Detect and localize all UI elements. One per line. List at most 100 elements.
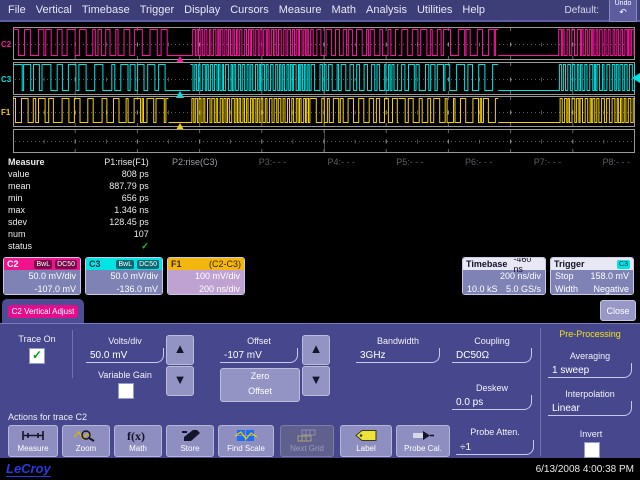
measure-col-p3: P3:- - -	[228, 156, 297, 168]
store-icon	[167, 428, 213, 443]
coupling-field[interactable]: DC50Ω	[452, 348, 532, 363]
channel-descriptor-c3[interactable]: C3 BwL DC50 50.0 mV/div -136.0 mV	[85, 257, 163, 295]
measure-row-label: value	[0, 168, 90, 180]
next-grid-action-button: Next Grid	[280, 425, 334, 457]
menu-file[interactable]: File	[8, 4, 26, 16]
channel-descriptor-c2[interactable]: C2 BwL DC50 50.0 mV/div -107.0 mV	[3, 257, 81, 295]
timebase-descriptor[interactable]: Timebase -460 ns 200 ns/div 10.0 kS 5.0 …	[462, 257, 546, 295]
empty-grid	[13, 129, 635, 153]
dc50-badge: DC50	[55, 260, 77, 269]
deskew-field[interactable]: 0.0 ps	[452, 395, 532, 410]
measure-col-p6: P6:- - -	[434, 156, 503, 168]
trace-on-label: Trace On	[8, 334, 66, 344]
bandwidth-field[interactable]: 3GHz	[356, 348, 440, 363]
menu-analysis[interactable]: Analysis	[366, 4, 407, 16]
invert-checkbox[interactable]	[584, 442, 600, 458]
trace-descriptor-f1[interactable]: F1 (C2-C3) 100 mV/div 200 ns/div	[167, 257, 245, 295]
waveform-strip-empty	[0, 129, 640, 153]
interpolation-field[interactable]: Linear	[548, 401, 632, 416]
volts-div-label: Volts/div	[86, 336, 164, 346]
invert-label: Invert	[552, 429, 630, 439]
measure-col-p5: P5:- - -	[365, 156, 434, 168]
measure-row-label: sdev	[0, 216, 90, 228]
lecroy-logo: LeCroy	[6, 461, 51, 477]
trace-on-checkbox[interactable]: ✓	[29, 348, 45, 364]
menu-math[interactable]: Math	[332, 4, 356, 16]
zero-offset-button[interactable]: Zero Offset	[220, 368, 300, 402]
menu-timebase[interactable]: Timebase	[82, 4, 130, 16]
offset-field[interactable]: -107 mV	[220, 348, 298, 363]
menu-trigger[interactable]: Trigger	[140, 4, 174, 16]
probe-icon	[397, 428, 449, 443]
menu-vertical[interactable]: Vertical	[36, 4, 72, 16]
status-bar: LeCroy 6/13/2008 4:00:38 PM	[0, 458, 640, 480]
offset-down-button[interactable]: ▼	[302, 366, 330, 396]
zoom-icon	[63, 428, 109, 443]
measure-action-button[interactable]: Measure	[8, 425, 58, 457]
find-scale-action-button[interactable]: Find Scale	[218, 425, 274, 457]
measure-max-p1: 1.346 ns	[90, 204, 159, 216]
menu-utilities[interactable]: Utilities	[417, 4, 452, 16]
trigger-slope: Negative	[593, 283, 629, 295]
measure-row-label: min	[0, 192, 90, 204]
waveform-strip-c3: C3	[0, 62, 640, 95]
timebase-rate: 5.0 GS/s	[506, 283, 541, 295]
check-icon: ✓	[32, 348, 42, 362]
bwl-badge: BwL	[34, 260, 52, 269]
trigger-type: Width	[555, 283, 578, 295]
channel-label-c3: C3	[1, 75, 11, 84]
c2-volts-per-div: 50.0 mV/div	[8, 270, 76, 283]
coupling-label: Coupling	[452, 336, 532, 346]
svg-text:f(x): f(x)	[127, 429, 145, 443]
measure-mean-p1: 887.79 ps	[90, 180, 159, 192]
close-button[interactable]: Close	[600, 300, 636, 321]
zoom-action-button[interactable]: Zoom	[62, 425, 110, 457]
bwl-badge: BwL	[116, 260, 134, 269]
measure-min-p1: 656 ps	[90, 192, 159, 204]
measure-col-p4: P4:- - -	[296, 156, 365, 168]
variable-gain-label: Variable Gain	[86, 370, 164, 380]
waveform-strip-f1: F1	[0, 96, 640, 127]
measure-row-label: mean	[0, 180, 90, 192]
measure-col-p8: P8:- - -	[571, 156, 640, 168]
measure-value-p1: 808 ps	[90, 168, 159, 180]
f1-volts-per-div: 100 mV/div	[172, 270, 240, 283]
measure-row-label: max	[0, 204, 90, 216]
tab-c2-vertical-adjust[interactable]: C2 Vertical Adjust	[2, 299, 84, 323]
measure-col-p7: P7:- - -	[503, 156, 572, 168]
undo-button[interactable]: Undo ↶	[609, 0, 637, 22]
averaging-label: Averaging	[548, 351, 632, 361]
menu-cursors[interactable]: Cursors	[230, 4, 269, 16]
menu-measure[interactable]: Measure	[279, 4, 322, 16]
label-action-button[interactable]: Label	[340, 425, 392, 457]
measure-table: Measure P1:rise(F1) P2:rise(C3) P3:- - -…	[0, 156, 640, 252]
math-icon: f(x)	[115, 428, 161, 443]
averaging-field[interactable]: 1 sweep	[548, 363, 632, 378]
trigger-descriptor[interactable]: Trigger C3 Stop 158.0 mV Width Negative	[550, 257, 634, 295]
c3-volts-per-div: 50.0 mV/div	[90, 270, 158, 283]
menu-display[interactable]: Display	[184, 4, 220, 16]
math-action-button[interactable]: f(x) Math	[114, 425, 162, 457]
variable-gain-checkbox[interactable]	[118, 383, 134, 399]
waveform-strip-c2: C2	[0, 27, 640, 60]
trigger-level-marker[interactable]	[632, 73, 640, 83]
offset-up-button[interactable]: ▲	[302, 335, 330, 365]
default-label: Default:	[565, 5, 599, 16]
measure-title: Measure	[0, 156, 90, 168]
volts-div-down-button[interactable]: ▼	[166, 366, 194, 396]
dialog-tab-bar: C2 Vertical Adjust Close	[0, 298, 640, 323]
probe-cal-action-button[interactable]: Probe Cal.	[396, 425, 450, 457]
menu-bar: File Vertical Timebase Trigger Display C…	[0, 0, 640, 22]
trigger-mode: Stop	[555, 270, 574, 283]
measure-row-label: num	[0, 228, 90, 240]
menu-help[interactable]: Help	[462, 4, 485, 16]
store-action-button[interactable]: Store	[166, 425, 214, 457]
channel-label-f1: F1	[1, 108, 10, 117]
volts-div-up-button[interactable]: ▲	[166, 335, 194, 365]
timebase-per-div: 200 ns/div	[467, 270, 541, 283]
probe-atten-field[interactable]: ÷1	[456, 440, 534, 455]
f1-source: (C2-C3)	[209, 259, 241, 269]
dc50-badge: DC50	[137, 260, 159, 269]
oscilloscope-screen: File Vertical Timebase Trigger Display C…	[0, 0, 640, 480]
volts-div-field[interactable]: 50.0 mV	[86, 348, 164, 363]
